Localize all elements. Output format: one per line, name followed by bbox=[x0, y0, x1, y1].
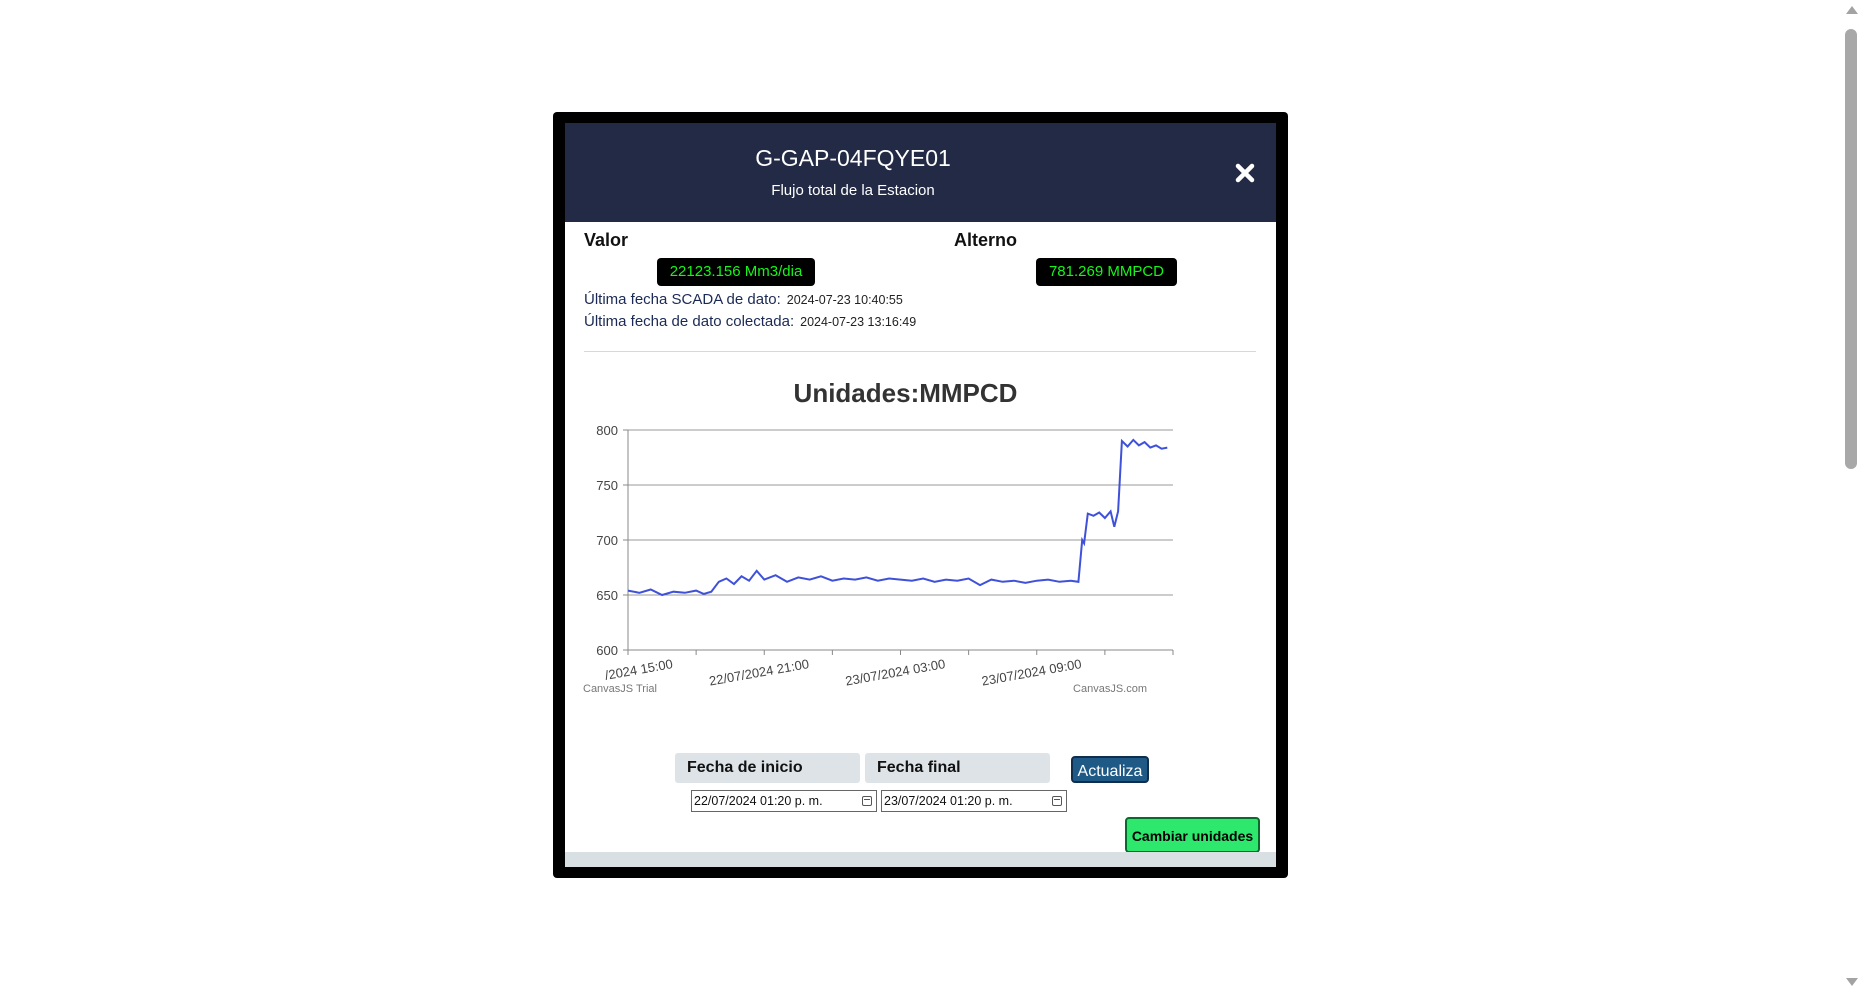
y-tick-label: 800 bbox=[596, 423, 618, 438]
modal-subtitle: Flujo total de la Estacion bbox=[771, 182, 935, 199]
x-tick-label: /2024 15:00 bbox=[604, 656, 674, 683]
x-tick-label: 23/07/2024 03:00 bbox=[844, 656, 946, 688]
end-date-input[interactable]: 23/07/2024 01:20 p. m. bbox=[881, 790, 1067, 812]
y-tick-label: 600 bbox=[596, 643, 618, 658]
calendar-icon[interactable] bbox=[1052, 796, 1062, 806]
start-date-input[interactable]: 22/07/2024 01:20 p. m. bbox=[691, 790, 877, 812]
divider bbox=[584, 351, 1256, 352]
modal-footer-strip bbox=[565, 852, 1276, 867]
colectada-date-line: Última fecha de dato colectada: 2024-07-2… bbox=[584, 313, 916, 330]
colectada-date-label: Última fecha de dato colectada: bbox=[584, 313, 795, 330]
flow-chart: Unidades:MMPCD 600 650 700 750 800/2024 15:00… bbox=[583, 370, 1276, 755]
modal-dialog: G-GAP-04FQYE01 Flujo total de la Estacio… bbox=[565, 123, 1276, 867]
colectada-date-value: 2024-07-23 13:16:49 bbox=[800, 315, 917, 329]
valor-label: Valor bbox=[584, 230, 629, 250]
end-date-label: Fecha final bbox=[865, 753, 1050, 783]
alterno-badge: 781.269 MMPCD bbox=[1036, 258, 1177, 286]
scada-date-label: Última fecha SCADA de dato: bbox=[584, 291, 781, 308]
canvasjs-watermark: CanvasJS.com bbox=[1073, 683, 1147, 695]
series-line bbox=[627, 438, 1168, 597]
modal-header: G-GAP-04FQYE01 Flujo total de la Estacio… bbox=[565, 123, 1276, 222]
alterno-label: Alterno bbox=[954, 230, 1017, 250]
close-button[interactable] bbox=[1229, 157, 1261, 189]
canvasjs-trial-watermark: CanvasJS Trial bbox=[583, 683, 657, 695]
calendar-icon[interactable] bbox=[862, 796, 872, 806]
scroll-up-arrow-icon[interactable] bbox=[1846, 6, 1858, 14]
modal-frame: G-GAP-04FQYE01 Flujo total de la Estacio… bbox=[553, 112, 1288, 878]
scroll-thumb[interactable] bbox=[1845, 29, 1857, 469]
end-date-value: 23/07/2024 01:20 p. m. bbox=[884, 794, 1013, 808]
flow-chart-svg: Unidades:MMPCD 600 650 700 750 800/2024 15:00… bbox=[583, 378, 1174, 695]
scada-date-value: 2024-07-23 10:40:55 bbox=[786, 293, 903, 307]
y-tick-label: 750 bbox=[596, 478, 618, 493]
x-tick-label: 23/07/2024 09:00 bbox=[980, 656, 1082, 688]
start-date-label: Fecha de inicio bbox=[675, 753, 860, 783]
scroll-down-arrow-icon[interactable] bbox=[1846, 978, 1858, 986]
page-scrollbar[interactable] bbox=[1842, 0, 1860, 992]
close-icon bbox=[1235, 163, 1255, 183]
y-tick-label: 650 bbox=[596, 588, 618, 603]
chart-title: Unidades:MMPCD bbox=[794, 378, 1018, 408]
modal-title: G-GAP-04FQYE01 bbox=[755, 145, 951, 171]
start-date-value: 22/07/2024 01:20 p. m. bbox=[694, 794, 823, 808]
x-tick-label: 22/07/2024 21:00 bbox=[708, 656, 810, 688]
change-units-button[interactable]: Cambiar unidades bbox=[1125, 817, 1260, 853]
update-button[interactable]: Actualiza bbox=[1071, 756, 1149, 783]
valor-badge: 22123.156 Mm3/dia bbox=[657, 258, 815, 286]
y-tick-label: 700 bbox=[596, 533, 618, 548]
scada-date-line: Última fecha SCADA de dato: 2024-07-23 10… bbox=[584, 291, 903, 308]
